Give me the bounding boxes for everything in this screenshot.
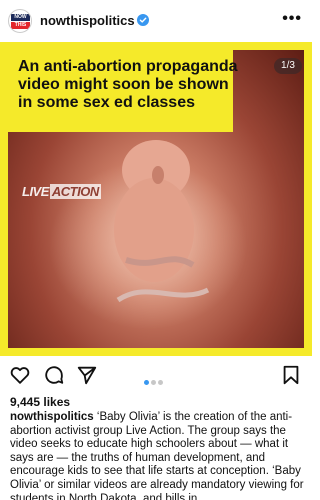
live-action-logo: LIVE ACTION [22,184,101,199]
action-bar [0,356,312,392]
heart-icon[interactable] [9,364,31,386]
headline-text: An anti-abortion propaganda video might … [18,58,238,111]
avatar-text-bottom: THIS [11,22,30,29]
username[interactable]: nowthispolitics [40,13,135,28]
like-count[interactable]: 9,445 likes [10,395,70,409]
brand-right: ACTION [49,184,101,199]
comment-icon[interactable] [43,364,65,386]
caption: nowthispolitics ‘Baby Olivia’ is the cre… [10,411,306,500]
post-header: NOW THIS nowthispolitics ••• [0,0,312,42]
carousel-counter: 1/3 [274,58,302,74]
carousel-dot-active [144,380,149,385]
headline-box: An anti-abortion propaganda video might … [8,50,238,132]
more-options-button[interactable]: ••• [282,10,302,28]
send-icon[interactable] [76,364,98,386]
caption-username[interactable]: nowthispolitics [10,411,94,423]
carousel-dots [144,372,170,385]
carousel-dot [151,380,156,385]
caption-text: ‘Baby Olivia’ is the creation of the ant… [10,411,304,500]
post-media[interactable]: LIVE ACTION An anti-abortion propaganda v… [0,42,312,356]
carousel-dot [158,380,163,385]
avatar-text-top: NOW [11,14,30,21]
brand-left: LIVE [22,184,49,199]
bookmark-icon[interactable] [280,364,302,386]
verified-badge-icon [137,14,149,26]
avatar[interactable]: NOW THIS [8,9,32,33]
